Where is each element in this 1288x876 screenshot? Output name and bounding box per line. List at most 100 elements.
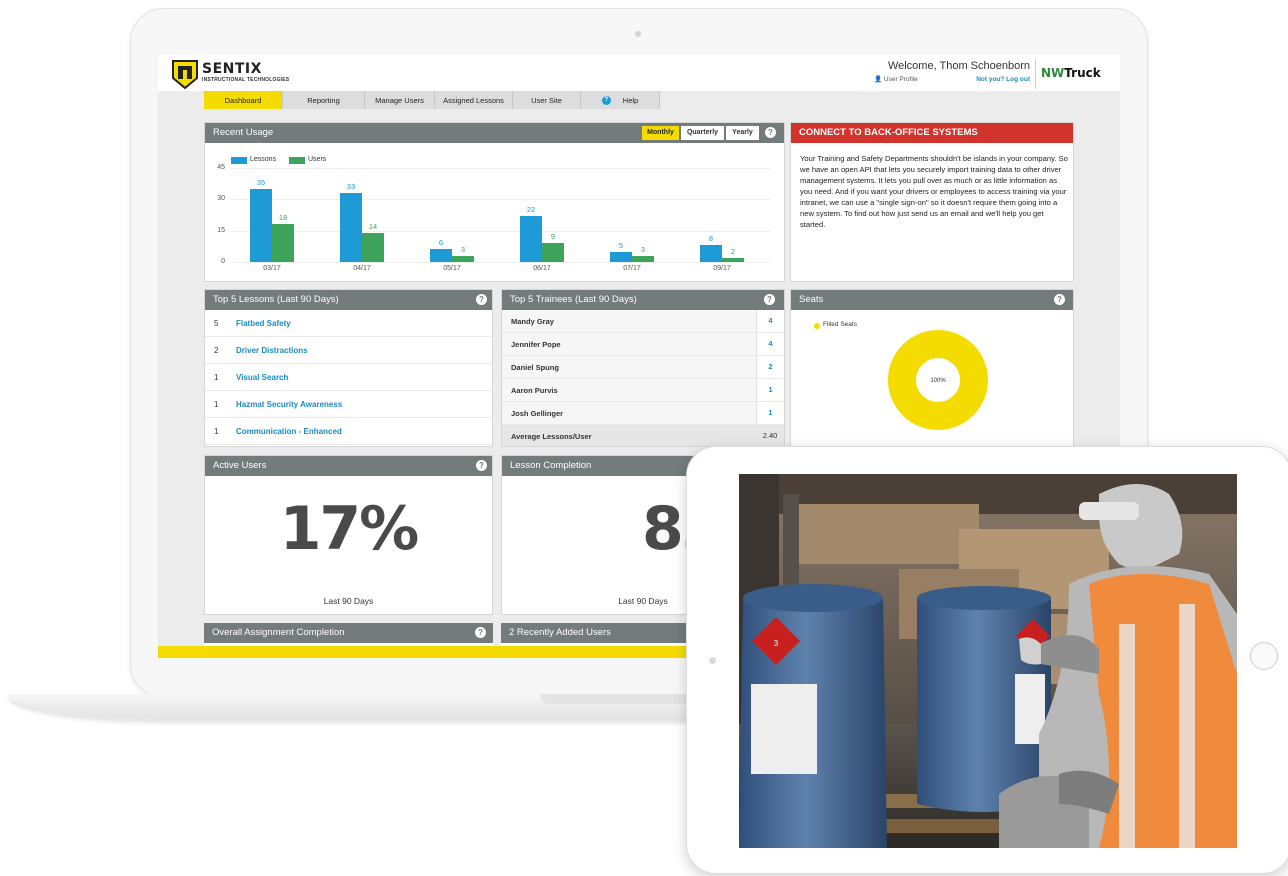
seats-donut-chart: 100% — [888, 330, 988, 430]
legend-lessons: Lessons — [250, 156, 277, 163]
help-question-icon[interactable]: ? — [765, 127, 776, 138]
period-quarterly-button[interactable]: Quarterly — [681, 126, 724, 140]
bar-value-label: 5 — [618, 240, 624, 250]
trainee-row: Jennifer Pope 4 — [502, 333, 784, 356]
bar-users[interactable] — [272, 224, 294, 262]
tablet-camera — [709, 657, 716, 664]
bar-lessons[interactable] — [520, 216, 542, 262]
connect-title: CONNECT TO BACK-OFFICE SYSTEMS — [791, 123, 1073, 143]
lesson-link[interactable]: Hazmat Security Awareness — [236, 400, 342, 409]
bar-lessons[interactable] — [430, 249, 452, 262]
legend-users: Users — [308, 156, 327, 163]
help-question-icon[interactable]: ? — [764, 294, 775, 305]
bar-value-label: 22 — [526, 205, 536, 215]
lesson-completion-title: Lesson Completion — [510, 460, 592, 471]
period-yearly-button[interactable]: Yearly — [726, 126, 759, 140]
recent-users-title: 2 Recently Added Users — [509, 627, 611, 638]
trainee-count[interactable]: 4 — [756, 310, 784, 332]
recent-usage-panel: Recent Usage Monthly Quarterly Yearly ? … — [204, 122, 785, 282]
logo-wordmark: SENTIX — [202, 61, 262, 77]
active-users-footer: Last 90 Days — [323, 596, 374, 606]
lesson-link[interactable]: Driver Distractions — [236, 346, 308, 355]
active-users-panel: Active Users ? 17% Last 90 Days — [204, 455, 493, 615]
legend-swatch-filled-seats — [814, 323, 820, 329]
logo-tagline: INSTRUCTIONAL TECHNOLOGIES — [202, 77, 290, 83]
legend-swatch-lessons — [231, 157, 247, 164]
active-users-value: 17% — [279, 494, 420, 564]
logout-link[interactable]: Not you? Log out — [968, 76, 1030, 83]
bar-value-label: 33 — [346, 182, 356, 192]
lesson-link[interactable]: Flatbed Safety — [236, 319, 291, 328]
bar-lessons[interactable] — [340, 193, 362, 262]
trainee-row: Josh Gellinger 1 — [502, 402, 784, 425]
bar-users[interactable] — [542, 243, 564, 262]
help-question-icon[interactable]: ? — [476, 294, 487, 305]
bar-users[interactable] — [452, 255, 474, 262]
tab-user-site[interactable]: User Site — [513, 91, 581, 109]
trainee-count[interactable]: 2 — [756, 356, 784, 378]
trainee-count[interactable]: 4 — [756, 333, 784, 355]
bar-users[interactable] — [722, 257, 744, 262]
y-tick-label: 30 — [217, 195, 225, 203]
user-profile-label: User Profile — [883, 76, 918, 83]
lesson-row: 2 Driver Distractions — [205, 337, 492, 364]
chart-gridline — [231, 199, 771, 201]
y-tick-label: 0 — [221, 258, 225, 265]
lesson-row: 1 Hazmat Security Awareness — [205, 391, 492, 418]
top-lessons-panel: Top 5 Lessons (Last 90 Days) ? 5 Flatbed … — [204, 289, 493, 447]
trainee-count[interactable]: 1 — [756, 379, 784, 401]
x-tick-label: 07/17 — [623, 265, 641, 272]
marketing-mockup: SENTIX INSTRUCTIONAL TECHNOLOGIES Welcom… — [0, 0, 1288, 876]
bar-lessons[interactable] — [250, 188, 272, 262]
help-icon: ? — [601, 95, 611, 105]
help-question-icon[interactable]: ? — [1054, 294, 1065, 305]
client-logo-nw: NW — [1041, 66, 1065, 80]
active-users-header: Active Users ? — [205, 456, 492, 476]
welcome-text: Welcome, Thom Schoenborn — [887, 60, 1030, 72]
tab-manage-users[interactable]: Manage Users — [365, 91, 435, 109]
x-tick-label: 05/17 — [443, 265, 461, 272]
lesson-link[interactable]: Visual Search — [236, 373, 288, 382]
user-profile-link[interactable]: 👤 User Profile — [874, 75, 918, 83]
donut-center-label: 100% — [930, 378, 946, 384]
help-question-icon[interactable]: ? — [476, 460, 487, 471]
active-users-title: Active Users — [213, 460, 267, 471]
seats-legend: Filled Seats — [823, 321, 857, 328]
average-value: 2.40 — [762, 431, 778, 440]
tab-dashboard[interactable]: Dashboard — [204, 91, 283, 109]
x-tick-label: 04/17 — [353, 265, 371, 272]
trainee-name: Jennifer Pope — [511, 340, 561, 349]
bar-users[interactable] — [632, 255, 654, 262]
connect-body: Your Training and Safety Departments sho… — [800, 154, 1068, 229]
trainee-row: Daniel Spung 2 — [502, 356, 784, 379]
tablet-home-button — [1250, 642, 1278, 670]
bar-users[interactable] — [362, 232, 384, 262]
x-tick-label: 03/17 — [263, 265, 281, 272]
trainee-count[interactable]: 1 — [756, 402, 784, 424]
bar-value-label: 3 — [460, 244, 466, 254]
trainee-row: Mandy Gray 4 — [502, 310, 784, 333]
help-question-icon[interactable]: ? — [475, 627, 486, 638]
chart-gridline — [231, 230, 771, 232]
lesson-count: 1 — [214, 400, 219, 409]
lesson-link[interactable]: Communication - Enhanced — [236, 427, 342, 436]
person-icon: 👤 — [874, 76, 883, 83]
bar-lessons[interactable] — [610, 251, 632, 262]
seats-header: Seats ? — [791, 290, 1073, 310]
lesson-row: 1 Visual Search — [205, 364, 492, 391]
chart-gridline — [231, 262, 771, 263]
tab-help[interactable]: ? Help — [581, 91, 660, 109]
tab-reporting[interactable]: Reporting — [283, 91, 365, 109]
training-scene-image: 3 — [739, 474, 1237, 848]
bar-lessons[interactable] — [700, 245, 722, 262]
y-tick-label: 15 — [217, 226, 225, 234]
lesson-count: 5 — [214, 319, 219, 328]
hazard-class-label: 3 — [774, 639, 779, 648]
tab-assigned-lessons[interactable]: Assigned Lessons — [435, 91, 513, 109]
period-monthly-button[interactable]: Monthly — [642, 126, 679, 140]
connect-panel: CONNECT TO BACK-OFFICE SYSTEMS Your Trai… — [790, 122, 1074, 282]
shield-logo-icon — [172, 60, 198, 89]
bar-value-label: 14 — [368, 221, 378, 231]
average-label: Average Lessons/User — [511, 432, 592, 441]
top-trainees-header: Top 5 Trainees (Last 90 Days) ? — [502, 290, 784, 310]
